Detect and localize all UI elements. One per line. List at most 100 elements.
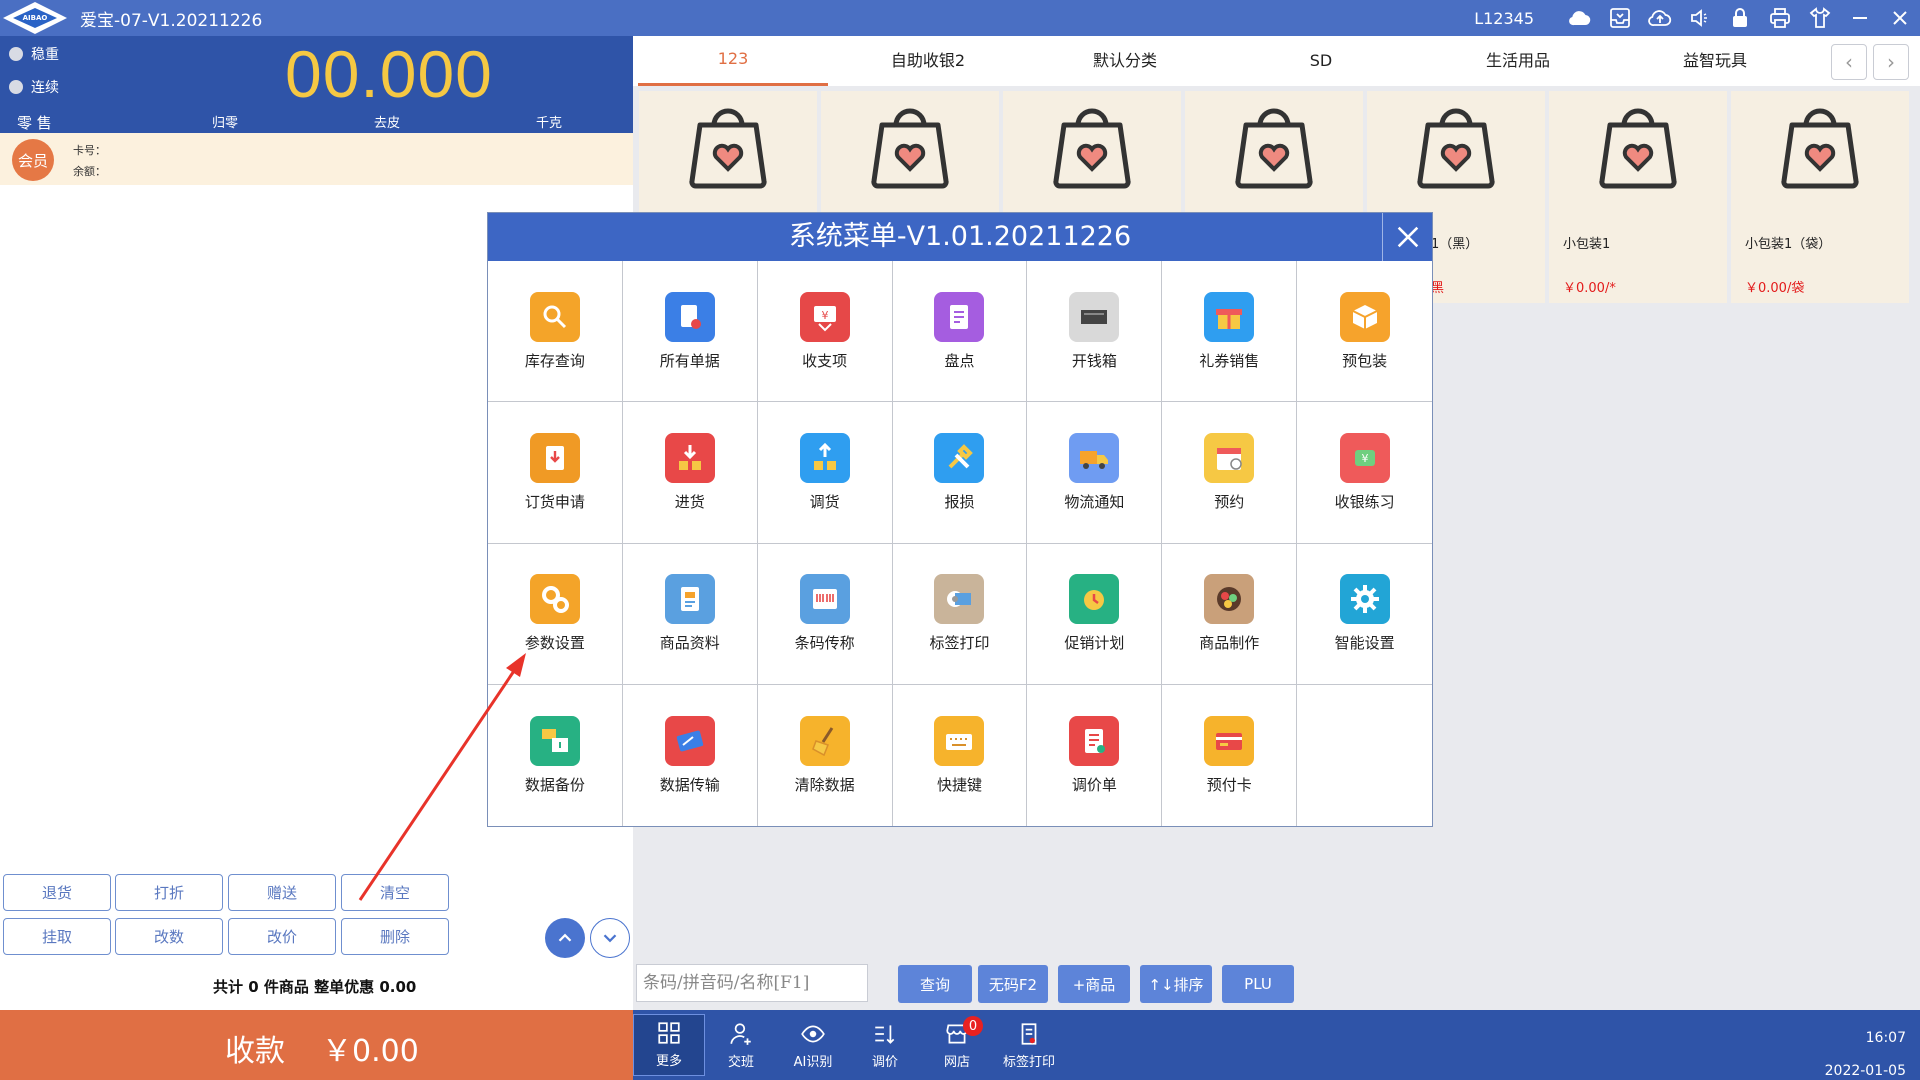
- menu-item[interactable]: ¥ 收银练习: [1297, 402, 1432, 544]
- alarm-clock-icon: [1069, 574, 1120, 625]
- prepaid-card-icon: [1204, 715, 1255, 766]
- order-request-icon: [529, 432, 580, 483]
- menu-item[interactable]: 物流通知: [1027, 402, 1163, 544]
- bottom-nav: 更多 交班 AI识别 调价 网店 0 标签打印 16:07 2022-01-05: [633, 1010, 1920, 1080]
- menu-item-label: 商品制作: [1199, 634, 1260, 653]
- menu-item-label: 促销计划: [1064, 634, 1125, 653]
- tab-sd[interactable]: SD: [1226, 36, 1416, 86]
- shopping-bag-icon: [1781, 108, 1859, 189]
- payment-label: 收款: [225, 1034, 285, 1069]
- menu-item[interactable]: 标签打印: [892, 543, 1028, 685]
- menu-item[interactable]: 快捷键: [893, 684, 1028, 826]
- payment-button[interactable]: 收款 ￥0.00: [0, 1010, 633, 1080]
- user-shift-icon: [730, 1023, 751, 1045]
- menu-item[interactable]: ¥ 收支项: [757, 261, 893, 403]
- menu-item[interactable]: 商品资料: [622, 543, 758, 685]
- menu-item[interactable]: 进货: [622, 402, 758, 544]
- nav-price-adjust[interactable]: 调价: [849, 1014, 921, 1076]
- cloud-upload-icon[interactable]: [1640, 0, 1680, 36]
- inbox-icon[interactable]: [1600, 0, 1640, 36]
- query-button[interactable]: 查询: [898, 965, 972, 1003]
- menu-item[interactable]: 开钱箱: [1027, 261, 1163, 403]
- menu-item[interactable]: 调价单: [1027, 684, 1163, 826]
- no-barcode-button[interactable]: 无码F2: [978, 965, 1048, 1003]
- menu-item[interactable]: 调货: [757, 402, 893, 544]
- menu-item[interactable]: 预付卡: [1162, 684, 1298, 826]
- keyboard-icon: [934, 715, 985, 766]
- sort-button[interactable]: ↑↓排序: [1140, 965, 1212, 1003]
- menu-item[interactable]: 清除数据: [758, 684, 893, 826]
- product-card[interactable]: 小包装1（袋） ￥0.00/袋: [1731, 91, 1909, 303]
- tab-123[interactable]: 123: [638, 36, 828, 86]
- stock-search-icon: [529, 291, 580, 342]
- menu-item[interactable]: 智能设置: [1297, 544, 1432, 685]
- weight-display: 00.000: [285, 37, 493, 111]
- menu-item[interactable]: 促销计划: [1027, 543, 1163, 685]
- member-info[interactable]: 会员 卡号： 余额：: [0, 133, 633, 185]
- tab-educational-toys[interactable]: 益智玩具: [1620, 36, 1810, 86]
- search-input[interactable]: 条码/拼音码/名称[F1]: [636, 964, 868, 1002]
- tools-icon: [934, 432, 985, 483]
- product-name: 小包装1: [1563, 237, 1611, 252]
- volume-icon[interactable]: [1680, 0, 1720, 36]
- lock-icon[interactable]: [1720, 0, 1760, 36]
- menu-grid: 库存查询 所有单据 ¥ 收支项 盘点 开钱箱 礼券销售 预包装订货申请 进货 调货 报损 物流通知 预约…: [488, 261, 1432, 826]
- scroll-up-button[interactable]: [545, 918, 585, 958]
- documents-icon: [664, 291, 715, 342]
- discount-button[interactable]: 打折: [115, 874, 223, 911]
- tab-self-checkout-2[interactable]: 自助收银2: [833, 36, 1023, 86]
- nav-more[interactable]: 更多: [633, 1014, 705, 1076]
- nav-shift[interactable]: 交班: [705, 1014, 777, 1076]
- menu-item-label: 标签打印: [929, 634, 990, 653]
- chevron-down-icon: [603, 934, 617, 943]
- plu-button[interactable]: PLU: [1222, 965, 1294, 1003]
- menu-item-label: 所有单据: [659, 351, 720, 370]
- shirt-icon[interactable]: [1800, 0, 1840, 36]
- gift-button[interactable]: 赠送: [228, 874, 336, 911]
- menu-item[interactable]: 参数设置: [488, 543, 623, 685]
- menu-item[interactable]: 预约: [1162, 402, 1298, 544]
- menu-item[interactable]: 盘点: [892, 261, 1028, 403]
- nav-ai-recognition[interactable]: AI识别: [777, 1014, 849, 1076]
- hold-retrieve-button[interactable]: 挂取: [3, 918, 111, 955]
- menu-item[interactable]: 报损: [892, 402, 1028, 544]
- clear-button[interactable]: 清空: [341, 874, 449, 911]
- cloud-icon[interactable]: [1560, 0, 1600, 36]
- delete-button[interactable]: 删除: [341, 918, 449, 955]
- product-name: 1（黑）: [1431, 237, 1479, 252]
- menu-item[interactable]: 条码传称: [757, 543, 893, 685]
- scroll-down-button[interactable]: [590, 918, 630, 958]
- close-icon[interactable]: [1880, 0, 1920, 36]
- menu-item-label: 库存查询: [524, 351, 585, 370]
- backup-icon: [529, 715, 580, 766]
- tab-daily-goods[interactable]: 生活用品: [1423, 36, 1613, 86]
- tab-default-category[interactable]: 默认分类: [1030, 36, 1220, 86]
- dialog-close-button[interactable]: [1382, 213, 1432, 261]
- menu-item[interactable]: 所有单据: [622, 261, 758, 403]
- radio-stable[interactable]: 稳重: [9, 44, 59, 64]
- truck-icon: [1069, 432, 1120, 483]
- menu-item[interactable]: 数据传输: [623, 684, 758, 826]
- nav-label-print[interactable]: 标签打印: [993, 1014, 1065, 1076]
- change-price-button[interactable]: 改价: [228, 918, 336, 955]
- tab-next-button[interactable]: ›: [1873, 44, 1909, 80]
- printer-icon[interactable]: [1760, 0, 1800, 36]
- nav-online-store[interactable]: 网店 0: [921, 1014, 993, 1076]
- menu-item[interactable]: 礼券销售: [1162, 261, 1298, 403]
- menu-item-label: 收支项: [802, 351, 848, 370]
- product-card[interactable]: 小包装1 ￥0.00/*: [1549, 91, 1727, 303]
- menu-item[interactable]: 预包装: [1297, 261, 1432, 403]
- menu-item[interactable]: 数据备份: [488, 684, 623, 826]
- minimize-icon[interactable]: [1840, 0, 1880, 36]
- return-button[interactable]: 退货: [3, 874, 111, 911]
- radio-continuous[interactable]: 连续: [9, 77, 59, 97]
- tab-prev-button[interactable]: ‹: [1831, 44, 1867, 80]
- nav-label-print-label: 标签打印: [1002, 1055, 1055, 1070]
- change-quantity-button[interactable]: 改数: [115, 918, 223, 955]
- add-product-button[interactable]: +商品: [1058, 965, 1130, 1003]
- menu-item-label: 物流通知: [1064, 492, 1125, 511]
- menu-item[interactable]: 库存查询: [488, 261, 623, 403]
- menu-item[interactable]: 订货申请: [488, 402, 623, 544]
- menu-item[interactable]: 商品制作: [1162, 543, 1298, 685]
- member-avatar[interactable]: 会员: [12, 139, 54, 181]
